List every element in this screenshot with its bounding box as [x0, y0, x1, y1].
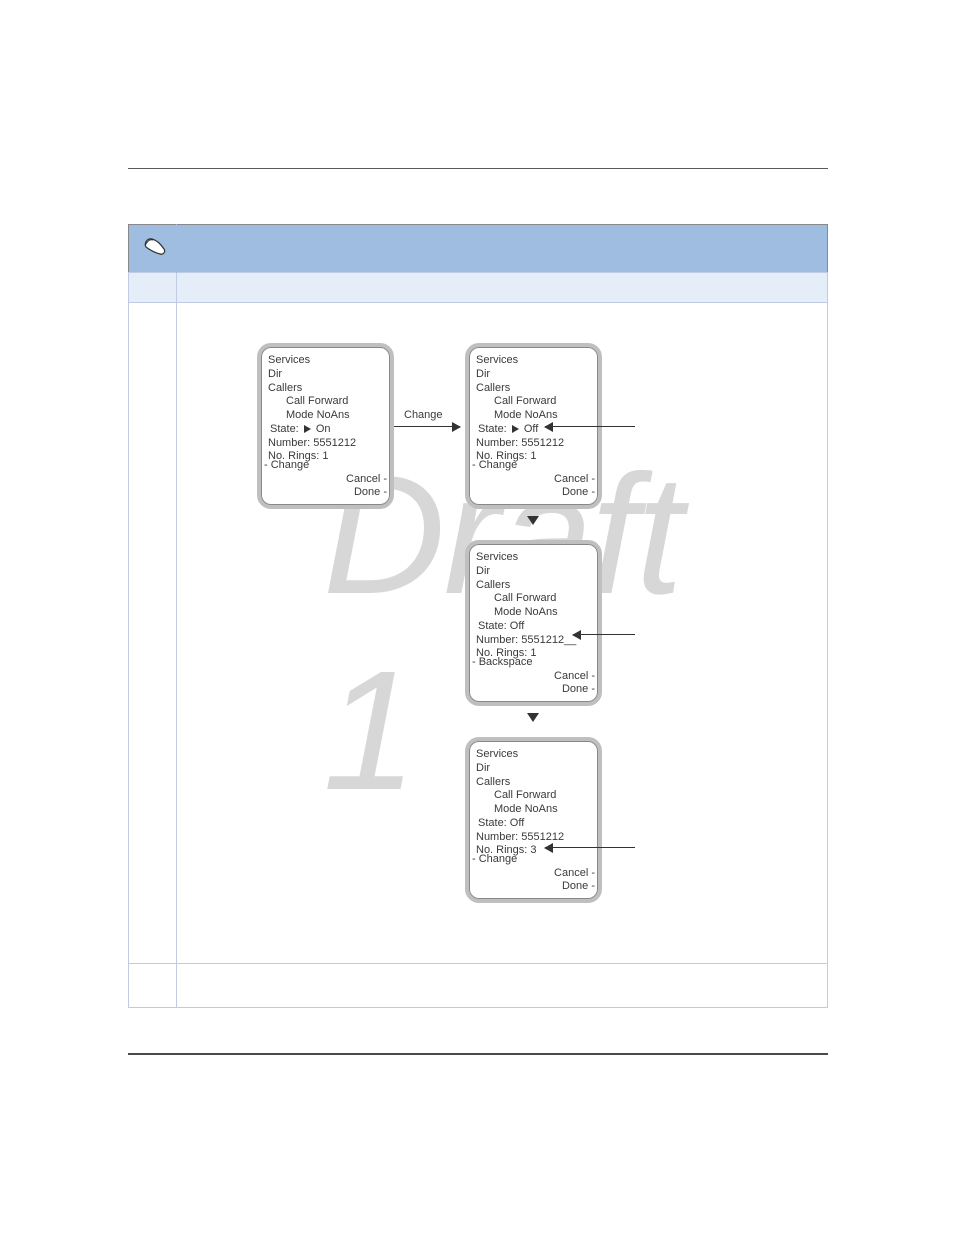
panel-state-line: State: Off — [476, 423, 591, 437]
softkey-left: - Backspace — [472, 656, 595, 670]
panel-text: Number: 5551212 — [476, 831, 591, 845]
panel-text: State: Off — [476, 817, 591, 831]
softkey-right: Done - — [472, 880, 595, 894]
phone-icon — [142, 235, 168, 257]
play-icon — [304, 425, 311, 433]
panel-text: Mode NoAns — [268, 409, 383, 423]
body-left-cell — [129, 303, 177, 964]
step-num-cell — [129, 273, 177, 303]
arrow-left-icon — [545, 426, 635, 427]
panel-text: Number: 5551212 — [476, 437, 591, 451]
chevron-down-icon — [527, 516, 539, 525]
step-title-cell — [177, 273, 828, 303]
panel-number-edit: Services Dir Callers Call Forward Mode N… — [465, 540, 602, 706]
foot-left-cell — [129, 964, 177, 1008]
panel-text: Call Forward — [476, 395, 591, 409]
softkey-right: Done - — [264, 486, 387, 500]
softkey-right: Done - — [472, 486, 595, 500]
chevron-down-icon — [527, 713, 539, 722]
panel-rings-3: Services Dir Callers Call Forward Mode N… — [465, 737, 602, 903]
panel-text: Services — [476, 748, 591, 762]
panel-text: Callers — [476, 579, 591, 593]
flow-diagram: Services Dir Callers Call Forward Mode N… — [197, 343, 807, 923]
softkey-right: Cancel - — [472, 473, 595, 487]
panel-state-line: State: On — [268, 423, 383, 437]
play-icon — [512, 425, 519, 433]
panel-text: Callers — [476, 382, 591, 396]
panel-text: Dir — [476, 565, 591, 579]
panel-text: Dir — [268, 368, 383, 382]
arrow-right-icon — [394, 426, 460, 427]
state-label: State: — [478, 423, 507, 435]
softkey-right: Done - — [472, 683, 595, 697]
softkey-left: - Change — [264, 459, 387, 473]
arrow-left-icon — [545, 847, 635, 848]
panel-text: Mode NoAns — [476, 606, 591, 620]
footer-rule — [128, 1053, 828, 1055]
page-footer — [128, 1053, 828, 1055]
state-value: Off — [524, 423, 538, 435]
panel-text: Callers — [476, 776, 591, 790]
body-right-cell: Draft 1 Services Dir Callers Call Forwar… — [177, 303, 828, 964]
panel-text: Services — [268, 354, 383, 368]
state-label: State: — [270, 423, 299, 435]
panel-text: Mode NoAns — [476, 409, 591, 423]
foot-right-cell — [177, 964, 828, 1008]
softkey-left: - Change — [472, 853, 595, 867]
softkey-right: Cancel - — [472, 867, 595, 881]
panel-text: Callers — [268, 382, 383, 396]
panel-text: Number: 5551212 — [268, 437, 383, 451]
panel-text: Services — [476, 551, 591, 565]
phone-icon-cell — [129, 225, 177, 273]
procedure-table: Draft 1 Services Dir Callers Call Forwar… — [128, 224, 828, 1008]
panel-text: Dir — [476, 762, 591, 776]
panel-text: Call Forward — [476, 789, 591, 803]
header-rule — [128, 168, 828, 169]
softkey-right: Cancel - — [264, 473, 387, 487]
title-cell — [177, 225, 828, 273]
softkey-right: Cancel - — [472, 670, 595, 684]
panel-text: Call Forward — [476, 592, 591, 606]
softkey-left: - Change — [472, 459, 595, 473]
panel-text: Mode NoAns — [476, 803, 591, 817]
arrow-label: Change — [404, 409, 443, 421]
state-value: On — [316, 423, 331, 435]
panel-text: Dir — [476, 368, 591, 382]
panel-state-on: Services Dir Callers Call Forward Mode N… — [257, 343, 394, 509]
panel-text: Call Forward — [268, 395, 383, 409]
arrow-left-icon — [573, 634, 635, 635]
panel-text: Services — [476, 354, 591, 368]
